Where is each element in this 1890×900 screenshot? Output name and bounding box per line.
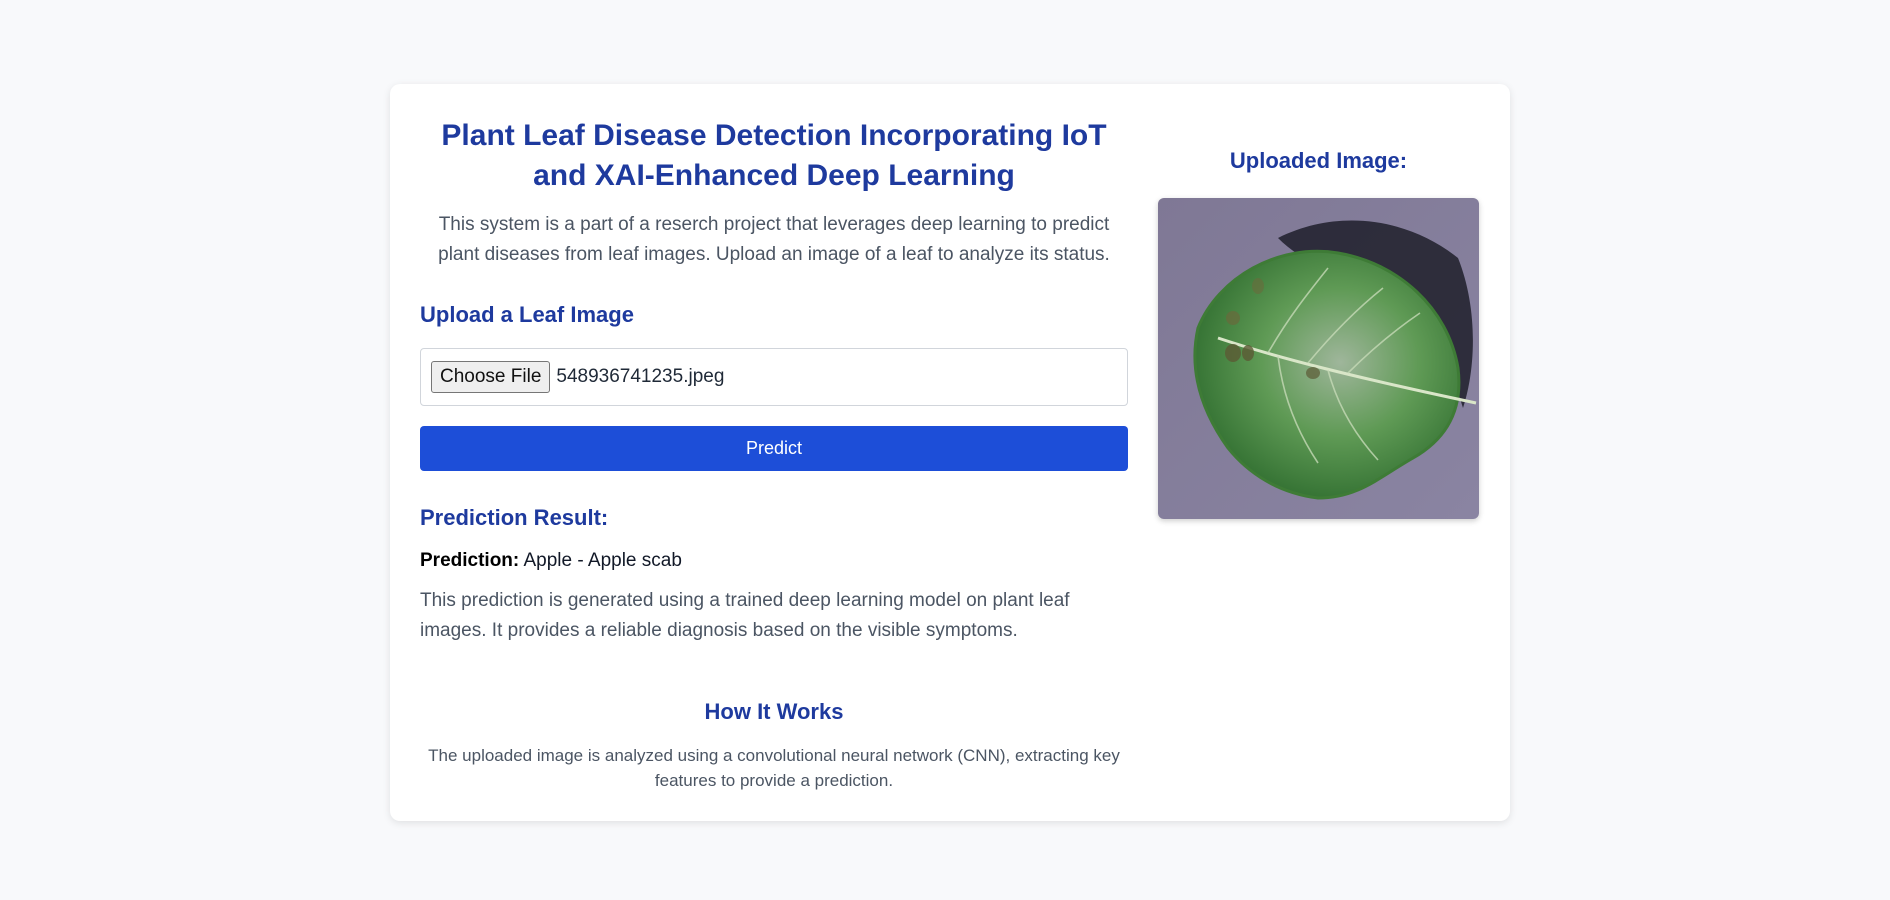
intro-text: This system is a part of a reserch proje… xyxy=(438,214,1110,265)
how-it-works-heading: How It Works xyxy=(704,699,844,724)
prediction-line: Prediction: Apple - Apple scab xyxy=(420,550,682,572)
selected-file-name: 548936741235.jpeg xyxy=(556,366,725,387)
upload-heading: Upload a Leaf Image xyxy=(420,302,634,327)
main-card: Plant Leaf Disease Detection Incorporati… xyxy=(390,84,1510,821)
prediction-value: Apple - Apple scab xyxy=(523,550,682,571)
prediction-explanation: This prediction is generated using a tra… xyxy=(420,590,1070,641)
page-title: Plant Leaf Disease Detection Incorporati… xyxy=(441,119,1107,192)
predict-button[interactable]: Predict xyxy=(420,426,1128,471)
file-input[interactable]: Choose File 548936741235.jpeg xyxy=(420,348,1128,406)
result-heading: Prediction Result: xyxy=(420,505,609,530)
uploaded-leaf-image xyxy=(1158,198,1479,519)
uploaded-image-heading: Uploaded Image: xyxy=(1229,148,1408,173)
how-it-works-text: The uploaded image is analyzed using a c… xyxy=(428,746,1120,790)
leaf-image-icon xyxy=(1158,198,1479,519)
prediction-label: Prediction: xyxy=(420,550,520,571)
choose-file-button[interactable]: Choose File xyxy=(431,361,551,393)
